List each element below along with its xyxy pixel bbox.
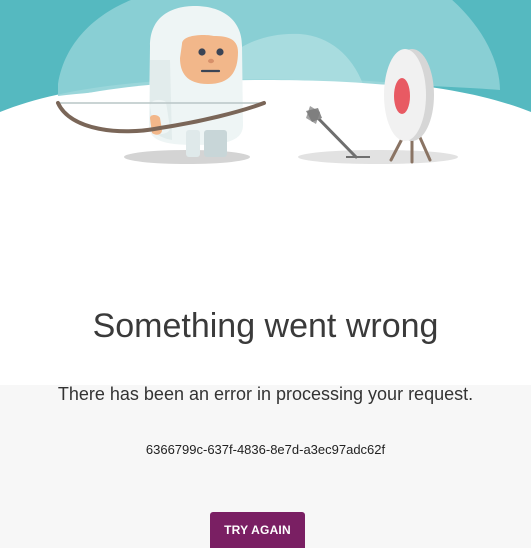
error-message: There has been an error in processing yo…	[57, 384, 474, 404]
error-id: 6366799c-637f-4836-8e7d-a3ec97adc62f	[145, 442, 386, 457]
try-again-button[interactable]: TRY AGAIN	[210, 512, 305, 548]
yeti-archer-illustration	[0, 0, 531, 210]
error-page: Something went wrong There has been an e…	[0, 0, 531, 548]
page-title: Something went wrong	[92, 307, 439, 345]
